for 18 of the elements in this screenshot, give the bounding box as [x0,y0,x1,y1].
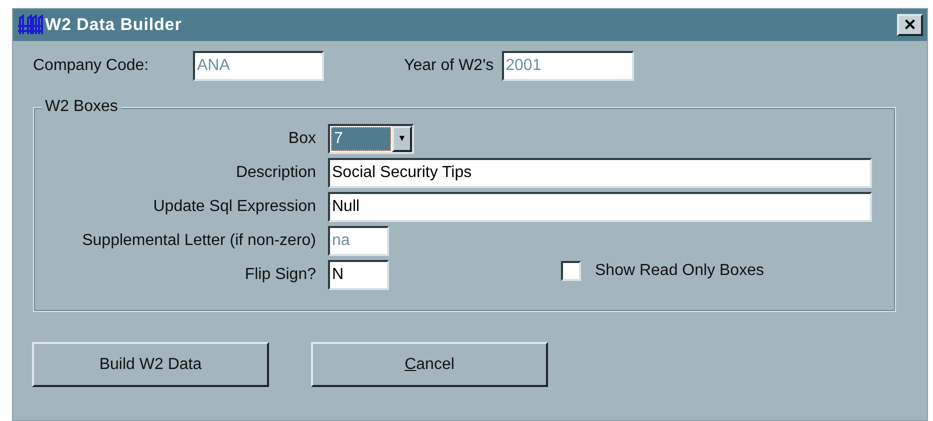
field-label: Box [287,129,317,149]
field-label: Supplemental Letter (if non-zero) [81,231,317,251]
dialog-button[interactable]: Cancel [311,342,548,387]
field-label: Flip Sign? [244,265,317,285]
field-label: Company Code: [33,56,150,76]
box-dropdown[interactable]: 7 ▼ [328,124,414,154]
input-field[interactable]: N [328,260,389,290]
field-label: Update Sql Expression [152,197,317,217]
close-button[interactable]: × [897,14,923,36]
window-title: W2 Data Builder [45,14,182,36]
input-field[interactable]: Null [328,192,872,222]
app-icon [17,14,43,36]
field-label: Year of W2's [404,56,494,76]
field-label: Description [234,163,317,183]
checkbox-label: Show Read Only Boxes [595,261,764,281]
checkbox[interactable] [561,261,581,281]
dialog-button[interactable]: Build W2 Data [32,342,269,387]
input-field[interactable]: Social Security Tips [328,158,872,188]
